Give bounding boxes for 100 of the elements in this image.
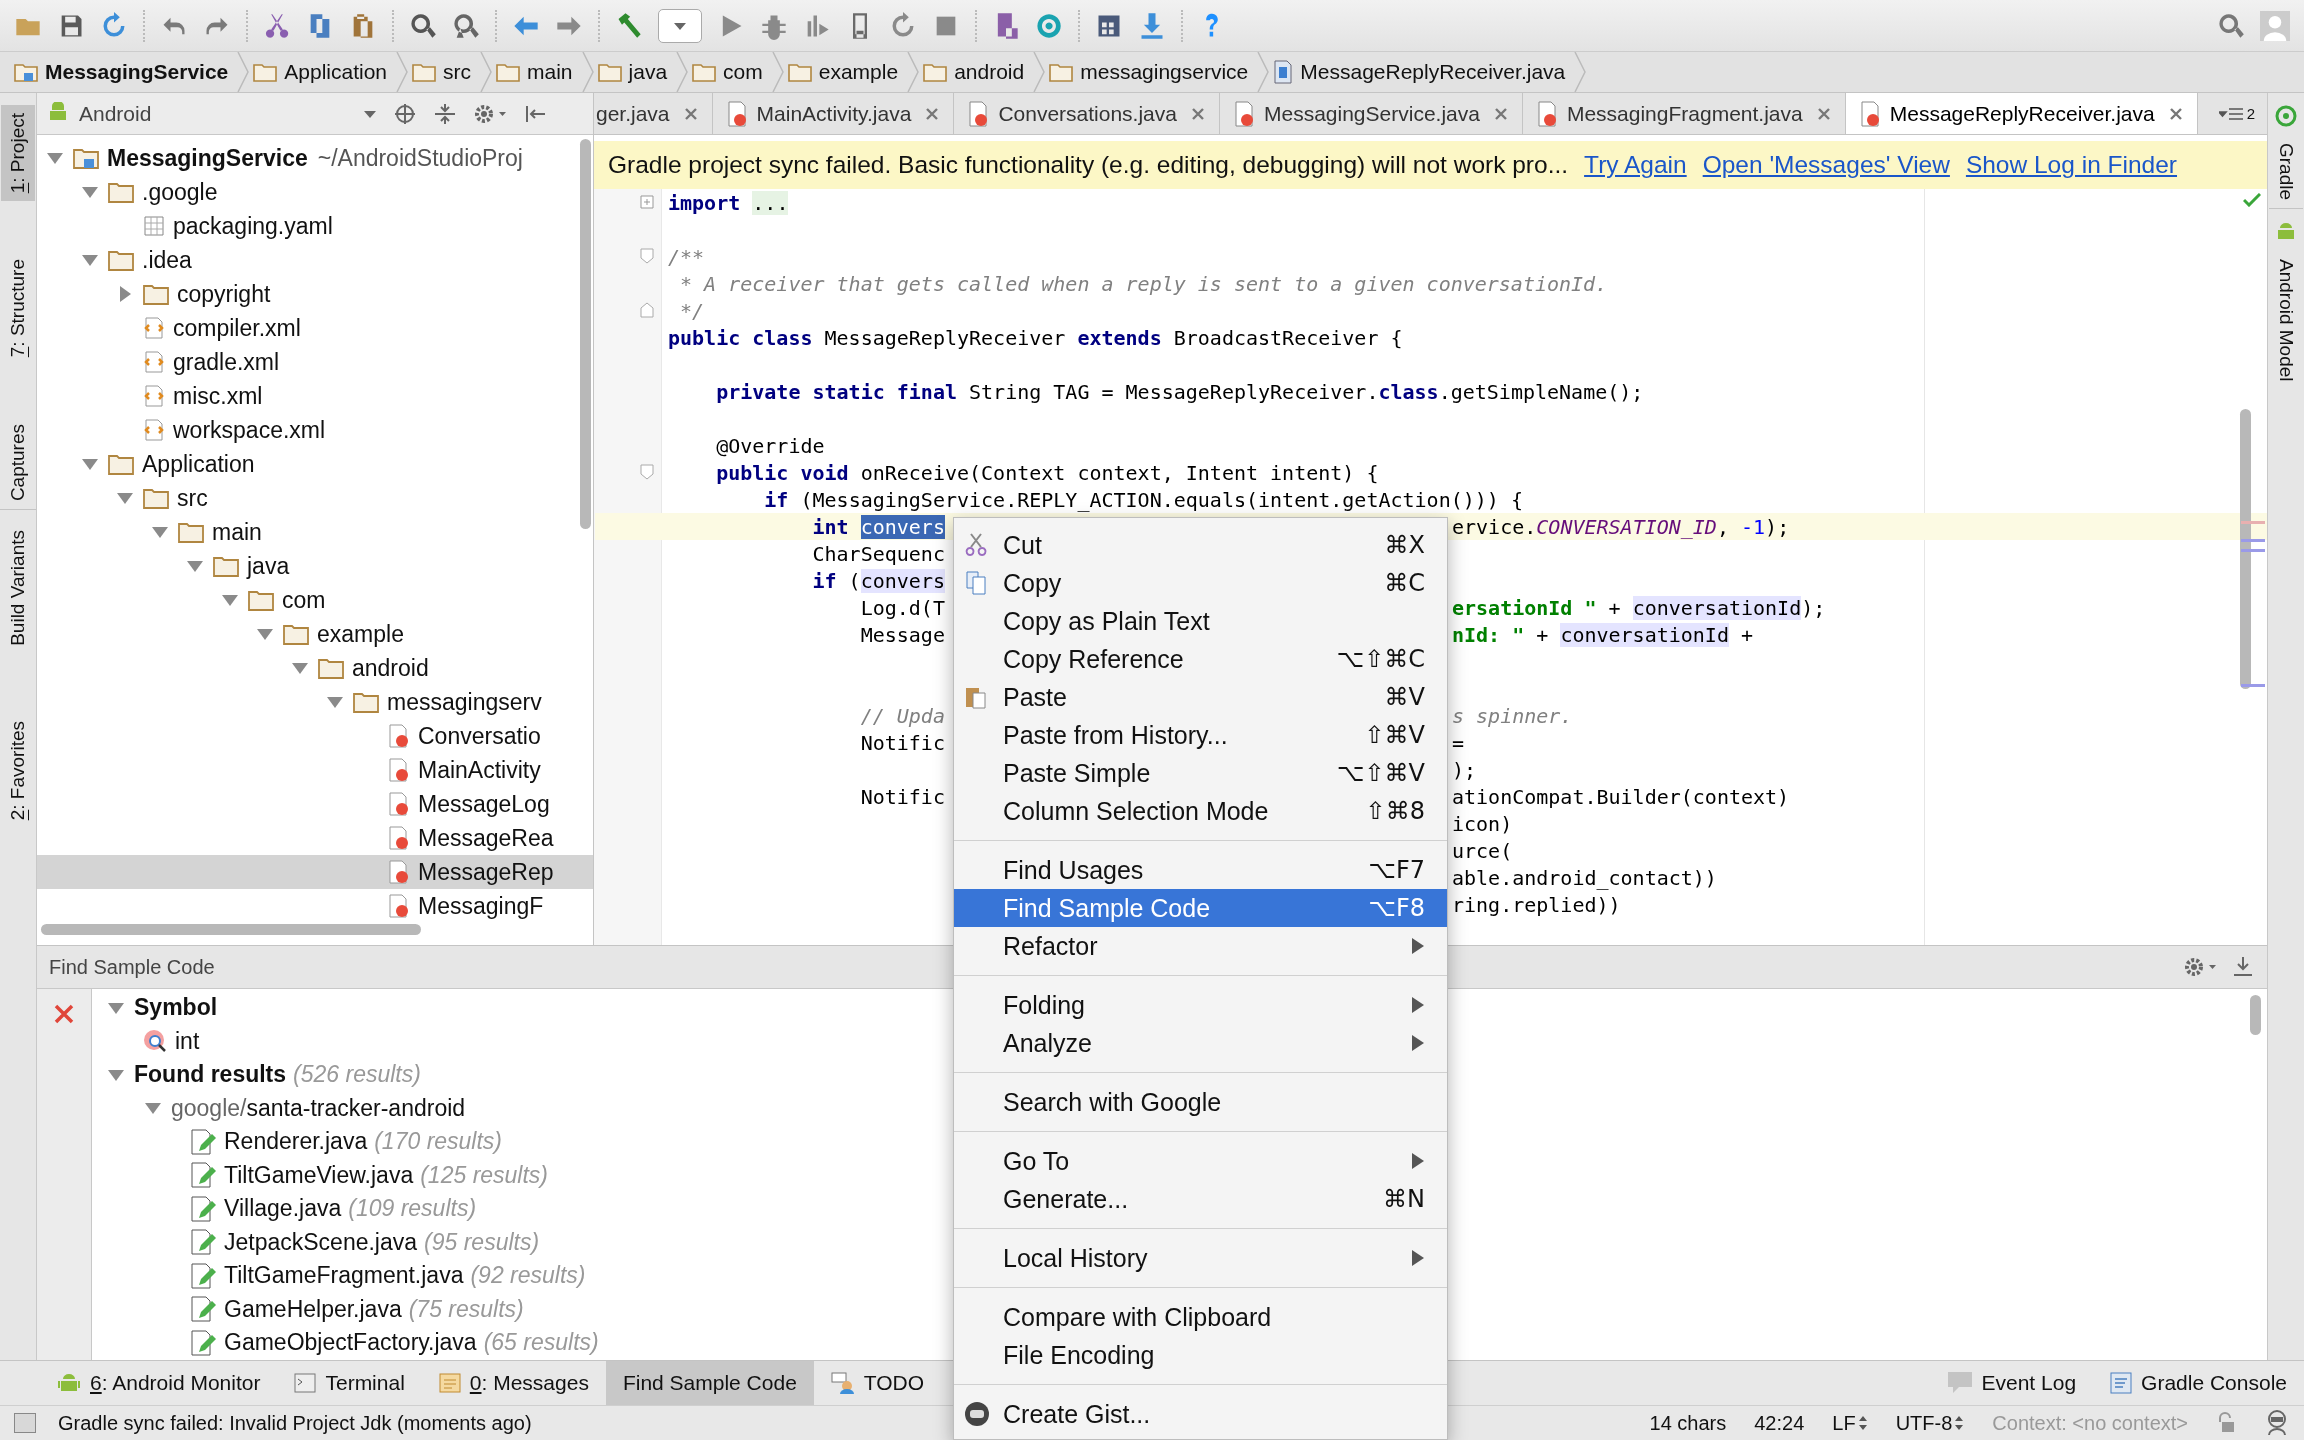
scrollbar[interactable] xyxy=(2250,995,2261,1035)
result-label[interactable]: google/santa-tracker-android xyxy=(171,1094,466,1122)
view-dropdown[interactable]: Android xyxy=(47,101,377,126)
breadcrumb-item[interactable]: MessagingService xyxy=(14,52,250,92)
close-icon[interactable] xyxy=(53,1003,75,1025)
tree-row[interactable]: messagingserv xyxy=(37,685,593,719)
tree-row[interactable]: Conversatio xyxy=(37,719,593,753)
tool-window-button[interactable]: Captures xyxy=(1,415,35,509)
close-icon[interactable] xyxy=(2168,106,2183,121)
banner-link[interactable]: Try Again xyxy=(1584,151,1687,179)
breadcrumb-item[interactable]: example xyxy=(787,52,920,92)
tree-row[interactable]: Application xyxy=(37,447,593,481)
tree-row[interactable]: gradle.xml xyxy=(37,345,593,379)
tool-window-button[interactable]: 1: Project xyxy=(1,105,35,202)
breadcrumb-item[interactable]: android xyxy=(923,52,1046,92)
tree-row[interactable]: MessageRea xyxy=(37,821,593,855)
close-icon[interactable] xyxy=(1191,106,1205,121)
editor-tab[interactable]: MessagingFragment.java xyxy=(1522,93,1846,134)
tool-window-button[interactable]: Android Model xyxy=(2269,251,2303,390)
tree-row[interactable]: android xyxy=(37,651,593,685)
breadcrumb-item[interactable]: main xyxy=(496,52,594,92)
tool-window-tab[interactable]: Gradle Console xyxy=(2093,1361,2304,1405)
breadcrumb-item[interactable]: messagingservice xyxy=(1049,52,1270,92)
tool-window-tab[interactable]: TODO xyxy=(813,1361,942,1405)
result-label[interactable]: TiltGameFragment.java (92 results) xyxy=(224,1262,586,1290)
search-icon[interactable] xyxy=(2217,11,2245,40)
editor-tab[interactable]: MessagingService.java xyxy=(1220,93,1523,134)
menu-item[interactable]: Compare with Clipboard xyxy=(954,1298,1447,1336)
menu-item[interactable]: Paste ⌘V xyxy=(954,678,1447,716)
panel-toggle-icon[interactable] xyxy=(14,1413,36,1433)
tool-window-button[interactable]: Build Variants xyxy=(1,521,35,654)
breadcrumb-item[interactable]: Application xyxy=(253,52,408,92)
menu-item[interactable]: Column Selection Mode ⇧⌘8 xyxy=(954,792,1447,830)
menu-item[interactable]: Cut ⌘X xyxy=(954,526,1447,564)
close-icon[interactable] xyxy=(1493,106,1508,121)
menu-item[interactable]: Copy ⌘C xyxy=(954,564,1447,602)
scissors-icon[interactable] xyxy=(263,11,291,40)
tree-row[interactable]: workspace.xml xyxy=(37,413,593,447)
close-icon[interactable] xyxy=(1816,106,1831,121)
tool-window-button[interactable]: 7: Structure xyxy=(1,251,35,366)
menu-item[interactable]: Find Usages ⌥F7 xyxy=(954,851,1447,889)
menu-item[interactable]: Copy Reference ⌥⇧⌘C xyxy=(954,640,1447,678)
menu-item[interactable]: Copy as Plain Text xyxy=(954,602,1447,640)
breadcrumb-item[interactable]: java xyxy=(597,52,689,92)
tool-window-tab[interactable]: 0: Messages xyxy=(421,1361,606,1405)
result-label[interactable]: GameHelper.java (75 results) xyxy=(224,1295,524,1323)
scrollbar[interactable] xyxy=(580,139,591,529)
editor-tab[interactable]: MessageReplyReceiver.java xyxy=(1845,93,2198,134)
fold-icon[interactable] xyxy=(640,464,654,480)
result-label[interactable]: JetpackScene.java (95 results) xyxy=(224,1228,540,1256)
menu-item[interactable]: File Encoding xyxy=(954,1336,1447,1374)
tool-window-button[interactable]: 2: Favorites xyxy=(1,713,35,829)
caret-position[interactable]: 42:24 xyxy=(1754,1411,1805,1435)
breadcrumb-item[interactable]: MessageReplyReceiver.java xyxy=(1273,52,1587,92)
lock-icon[interactable] xyxy=(2216,1412,2236,1434)
close-icon[interactable] xyxy=(925,106,940,121)
tool-window-tab[interactable]: 6: Android Monitor xyxy=(40,1361,278,1405)
tool-window-tab[interactable]: Find Sample Code xyxy=(605,1361,814,1405)
hide-panel-icon[interactable] xyxy=(2231,955,2255,979)
replace-icon[interactable] xyxy=(452,11,480,40)
menu-item[interactable]: Go To xyxy=(954,1142,1447,1180)
banner-link[interactable]: Show Log in Finder xyxy=(1965,151,2177,179)
menu-item[interactable]: Folding xyxy=(954,986,1447,1024)
tool-window-tab[interactable]: Event Log xyxy=(1929,1361,2094,1405)
fold-expand-icon[interactable] xyxy=(640,194,654,210)
target-icon[interactable] xyxy=(393,101,417,126)
editor-tab[interactable]: MainActivity.java xyxy=(712,93,955,134)
tree-row[interactable]: compiler.xml xyxy=(37,311,593,345)
tree-row[interactable]: main xyxy=(37,515,593,549)
menu-item[interactable]: Refactor xyxy=(954,927,1447,965)
fold-icon[interactable] xyxy=(640,248,654,264)
result-label[interactable]: Village.java (109 results) xyxy=(224,1195,477,1223)
settings-icon[interactable] xyxy=(2183,955,2217,979)
menu-item[interactable]: Local History xyxy=(954,1239,1447,1277)
tree-row[interactable]: packaging.yaml xyxy=(37,209,593,243)
menu-item[interactable]: Paste Simple ⌥⇧⌘V xyxy=(954,754,1447,792)
fold-icon[interactable] xyxy=(640,302,654,318)
result-label[interactable]: Symbol xyxy=(134,994,218,1022)
tree-row[interactable]: MessageRep xyxy=(37,855,593,889)
banner-link[interactable]: Open 'Messages' View xyxy=(1702,151,1950,179)
tree-row[interactable]: MainActivity xyxy=(37,753,593,787)
tree-row[interactable]: example xyxy=(37,617,593,651)
line-separator-selector[interactable]: LF xyxy=(1832,1411,1868,1435)
search-icon[interactable] xyxy=(409,11,437,40)
scrollbar[interactable] xyxy=(41,924,421,935)
tree-row[interactable]: java xyxy=(37,549,593,583)
result-label[interactable]: Renderer.java (170 results) xyxy=(224,1128,503,1156)
spiral-icon[interactable] xyxy=(1035,11,1063,40)
menu-item[interactable]: Generate... ⌘N xyxy=(954,1180,1447,1218)
result-label[interactable]: TiltGameView.java (125 results) xyxy=(224,1161,549,1189)
tree-row[interactable]: com xyxy=(37,583,593,617)
tree-row[interactable]: src xyxy=(37,481,593,515)
menu-item[interactable]: Search with Google xyxy=(954,1083,1447,1121)
tree-row[interactable]: .google xyxy=(37,175,593,209)
menu-item[interactable]: Paste from History... ⇧⌘V xyxy=(954,716,1447,754)
run-config-dropdown[interactable] xyxy=(658,8,702,43)
tab-list-button[interactable]: 2 xyxy=(2206,105,2267,122)
result-label[interactable]: GameObjectFactory.java (65 results) xyxy=(224,1329,599,1357)
tree-row[interactable]: .idea xyxy=(37,243,593,277)
menu-item[interactable]: Analyze xyxy=(954,1024,1447,1062)
